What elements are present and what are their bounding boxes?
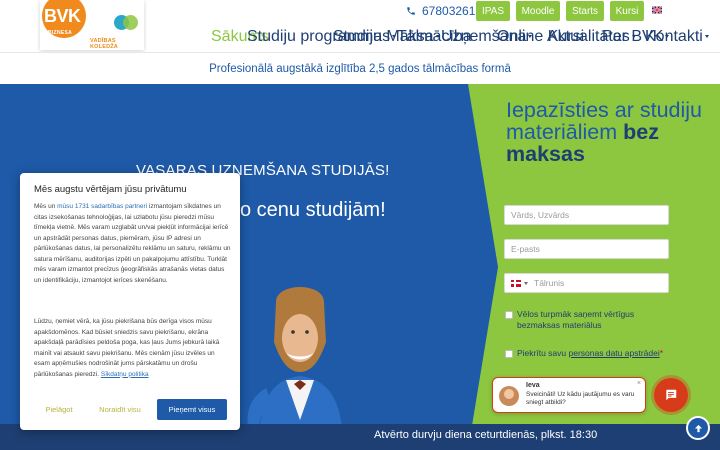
cookie-text: izmantojam sīkdatnes un citas izsekošana… [34,203,231,284]
logo-tag: VADĪBAS KOLEDŽA [90,38,118,50]
chat-popup[interactable]: Ieva Sveicināti! Uz kādu jautājumu es va… [492,377,646,413]
form-title: Iepazīsties ar studiju materiāliem bez m… [506,99,706,165]
partners-link[interactable]: mūsu 1731 sadarbības partneri [57,203,147,210]
email-input[interactable] [511,244,668,254]
marketing-checkbox[interactable] [505,311,513,319]
accept-all-button[interactable]: Pieņemt visus [157,399,227,420]
quick-link-ipas[interactable]: IPAS [476,1,510,21]
chat-agent-name: Ieva [526,382,540,389]
privacy-prefix: Piekrītu savu [517,348,567,358]
phone-field[interactable] [504,273,669,293]
email-field[interactable] [504,239,669,259]
nav-kontakti[interactable]: Kontakti [645,28,709,45]
chevron-down-icon[interactable] [524,281,528,285]
cookie-consent-dialog: Mēs augstu vērtējam jūsu privātumu Mēs u… [20,173,240,430]
hero-heading: ko cenu studijām! [230,199,386,221]
privacy-label: Piekrītu savu personas datu apstrādei* [517,348,677,359]
phone-number: 67803261 [422,4,476,18]
chat-agent-avatar [499,386,519,406]
cookie-paragraph-1: Mēs un mūsu 1731 sadarbības partneri izm… [34,202,232,286]
uk-flag-icon[interactable] [652,6,662,14]
form-title-regular: Iepazīsties ar studiju materiāliem [506,98,702,144]
tagline: Profesionālā augstākā izglītība 2,5 gado… [0,52,720,84]
phone-input[interactable] [534,278,668,288]
top-bar: BVK BIZNESA VADĪBAS KOLEDŽA 67803261 IPA… [0,0,720,52]
logo-dots-icon [114,15,144,33]
quick-link-starts[interactable]: Starts [566,1,604,21]
cookie-text: Mēs un [34,203,56,210]
scroll-to-top-button[interactable] [686,416,710,440]
announcement-text: Atvērto durvju diena ceturtdienās, plkst… [374,429,598,441]
chevron-down-icon [704,35,709,39]
quick-link-kursi[interactable]: Kursi [610,1,644,21]
quick-link-moodle[interactable]: Moodle [516,1,560,21]
chat-launcher-button[interactable] [654,378,688,412]
chat-message: Sveicināti! Uz kādu jautājumu es varu sn… [526,391,635,406]
bvk-logo[interactable]: BVK BIZNESA VADĪBAS KOLEDŽA [40,0,144,50]
arrow-up-icon [694,424,702,432]
privacy-checkbox[interactable] [505,350,513,358]
cookie-title: Mēs augstu vērtējam jūsu privātumu [34,184,187,195]
privacy-link[interactable]: personas datu apstrādei [569,348,660,358]
denmark-flag-icon[interactable] [511,279,521,287]
name-input[interactable] [511,210,668,220]
name-field[interactable] [504,205,669,225]
logo-name: BVK [44,6,81,26]
customize-button[interactable]: Pielāgot [34,399,84,420]
chat-icon [666,389,677,401]
reject-all-button[interactable]: Noraidīt visu [92,399,148,420]
cookie-paragraph-2: Lūdzu, ņemiet vērā, ka jūsu piekrišana b… [34,317,232,380]
logo-subtitle: BIZNESA [48,30,73,36]
phone-icon [407,7,415,15]
close-icon[interactable]: × [637,380,641,387]
cookie-text: Lūdzu, ņemiet vērā, ka jūsu piekrišana b… [34,318,220,378]
marketing-label: Vēlos turpmāk saņemt vērtīgus bezmaksas … [517,309,635,330]
phone-link[interactable]: 67803261 [406,3,475,19]
cookie-policy-link[interactable]: Sīkdatņu politika [101,371,149,378]
nav-label: Kontakti [645,28,703,45]
required-marker: * [659,348,664,358]
